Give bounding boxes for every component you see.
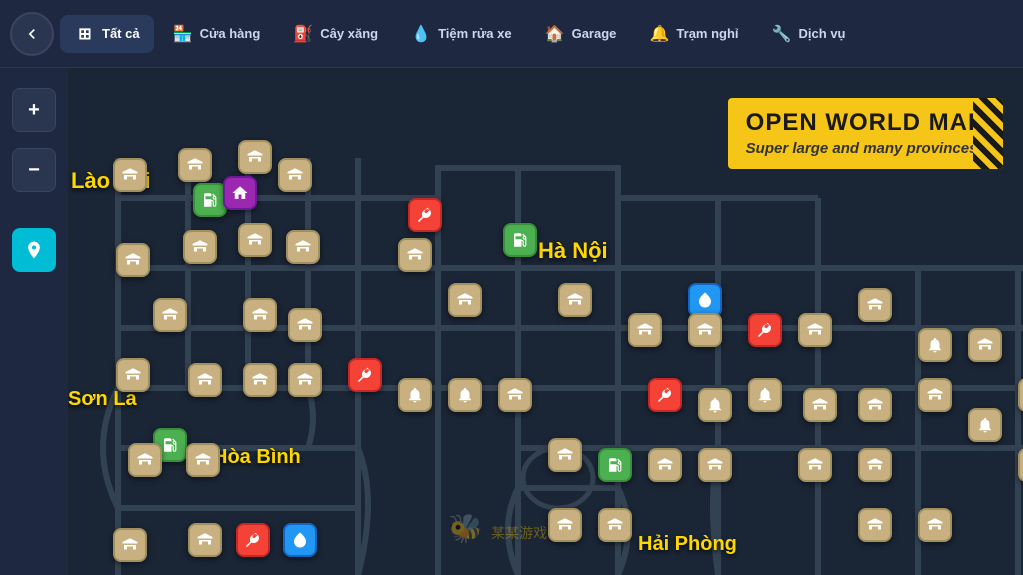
nav-tab-garage[interactable]: 🏠 Garage <box>530 15 631 53</box>
map-icon-shop-52[interactable] <box>858 508 892 542</box>
nav-tab-service[interactable]: 🔧 Dịch vụ <box>757 15 860 53</box>
zoom-out-button[interactable]: − <box>12 148 56 192</box>
map-icon-bell-30[interactable] <box>398 378 432 412</box>
banner-title: OPEN WORLD MAP <box>746 110 985 136</box>
map-icon-shop-54[interactable] <box>113 528 147 562</box>
map-icon-shop-32[interactable] <box>498 378 532 412</box>
tab-label-fuel: Cây xăng <box>320 26 378 41</box>
map-icon-shop-14[interactable] <box>188 363 222 397</box>
info-banner: OPEN WORLD MAP Super large and many prov… <box>728 98 1003 169</box>
map-area[interactable]: Lào Cai Hà Nội Sơn La Hòa Bình Hải Phòng… <box>68 68 1023 575</box>
map-icon-shop-23[interactable] <box>558 283 592 317</box>
map-icon-shop-1[interactable] <box>178 148 212 182</box>
map-icon-shop-15[interactable] <box>243 363 277 397</box>
map-icon-shop-50[interactable] <box>548 508 582 542</box>
nav-tab-store[interactable]: 🏪 Cửa hàng <box>158 15 275 53</box>
tab-label-service: Dịch vụ <box>799 26 846 41</box>
map-icon-water-57[interactable] <box>283 523 317 557</box>
tab-icon-service: 🔧 <box>771 23 793 45</box>
map-icon-shop-29[interactable] <box>858 288 892 322</box>
map-icon-shop-13[interactable] <box>116 358 150 392</box>
map-icon-bell-37[interactable] <box>748 378 782 412</box>
map-icon-shop-16[interactable] <box>288 363 322 397</box>
map-icon-shop-28[interactable] <box>798 313 832 347</box>
map-icon-shop-46[interactable] <box>648 448 682 482</box>
map-icon-shop-10[interactable] <box>153 298 187 332</box>
locate-button[interactable] <box>12 228 56 272</box>
map-icon-fuel-34[interactable] <box>598 448 632 482</box>
map-icon-shop-41[interactable] <box>968 328 1002 362</box>
top-navigation: ⊞ Tất cả 🏪 Cửa hàng ⛽ Cây xăng 💧 Tiệm rửa xe 🏠 Ga… <box>0 0 1023 68</box>
map-icon-shop-38[interactable] <box>803 388 837 422</box>
map-icon-wrench-18[interactable] <box>348 358 382 392</box>
map-icon-shop-26[interactable] <box>688 313 722 347</box>
tab-icon-all: ⊞ <box>74 23 96 45</box>
tab-icon-store: 🏪 <box>172 23 194 45</box>
map-icon-shop-8[interactable] <box>238 223 272 257</box>
map-icon-shop-44[interactable] <box>1018 378 1023 412</box>
map-icon-home-4[interactable] <box>223 176 257 210</box>
map-icon-fuel-22[interactable] <box>503 223 537 257</box>
map-icon-shop-7[interactable] <box>183 230 217 264</box>
tab-label-all: Tất cả <box>102 26 140 41</box>
map-icon-shop-9[interactable] <box>286 230 320 264</box>
map-icon-shop-53[interactable] <box>918 508 952 542</box>
map-icon-wrench-35[interactable] <box>648 378 682 412</box>
tab-icon-fuel: ⛽ <box>292 23 314 45</box>
tab-icon-carwash: 💧 <box>410 23 432 45</box>
map-icon-shop-39[interactable] <box>858 388 892 422</box>
zoom-in-button[interactable]: + <box>12 88 56 132</box>
nav-tab-all[interactable]: ⊞ Tất cả <box>60 15 154 53</box>
back-button[interactable] <box>10 12 54 56</box>
tab-label-rest: Trạm nghỉ <box>676 26 738 41</box>
map-icon-shop-42[interactable] <box>918 378 952 412</box>
banner-stripes <box>973 98 1003 169</box>
map-icon-shop-19[interactable] <box>398 238 432 272</box>
map-icon-shop-20[interactable] <box>448 283 482 317</box>
map-icon-shop-49[interactable] <box>858 448 892 482</box>
map-icon-wrench-56[interactable] <box>236 523 270 557</box>
tab-label-store: Cửa hàng <box>200 26 261 41</box>
tab-icon-rest: 🔔 <box>648 23 670 45</box>
map-icon-shop-59[interactable] <box>186 443 220 477</box>
map-icon-shop-33[interactable] <box>548 438 582 472</box>
map-icon-bell-31[interactable] <box>448 378 482 412</box>
map-icon-bell-40[interactable] <box>918 328 952 362</box>
map-icon-shop-45[interactable] <box>1018 448 1023 482</box>
tab-icon-garage: 🏠 <box>544 23 566 45</box>
map-icon-shop-2[interactable] <box>238 140 272 174</box>
nav-tab-rest[interactable]: 🔔 Trạm nghỉ <box>634 15 752 53</box>
map-icon-bell-43[interactable] <box>968 408 1002 442</box>
map-icon-shop-0[interactable] <box>113 158 147 192</box>
map-icon-shop-11[interactable] <box>243 298 277 332</box>
map-icon-water-24[interactable] <box>688 283 722 317</box>
map-icon-bell-36[interactable] <box>698 388 732 422</box>
map-icon-wrench-27[interactable] <box>748 313 782 347</box>
map-icon-wrench-21[interactable] <box>408 198 442 232</box>
map-icon-fuel-3[interactable] <box>193 183 227 217</box>
map-icon-shop-5[interactable] <box>278 158 312 192</box>
map-icon-shop-12[interactable] <box>288 308 322 342</box>
left-controls: + − <box>0 68 68 575</box>
map-icon-shop-6[interactable] <box>116 243 150 277</box>
map-icon-shop-47[interactable] <box>698 448 732 482</box>
map-icon-shop-51[interactable] <box>598 508 632 542</box>
tab-label-carwash: Tiệm rửa xe <box>438 26 512 41</box>
map-icon-shop-48[interactable] <box>798 448 832 482</box>
map-icon-shop-25[interactable] <box>628 313 662 347</box>
map-icon-shop-55[interactable] <box>188 523 222 557</box>
nav-tab-carwash[interactable]: 💧 Tiệm rửa xe <box>396 15 526 53</box>
map-icon-shop-58[interactable] <box>128 443 162 477</box>
nav-tab-fuel[interactable]: ⛽ Cây xăng <box>278 15 392 53</box>
tab-label-garage: Garage <box>572 26 617 41</box>
banner-subtitle: Super large and many provinces <box>746 140 985 157</box>
nav-tabs: ⊞ Tất cả 🏪 Cửa hàng ⛽ Cây xăng 💧 Tiệm rửa xe 🏠 Ga… <box>60 15 1013 53</box>
